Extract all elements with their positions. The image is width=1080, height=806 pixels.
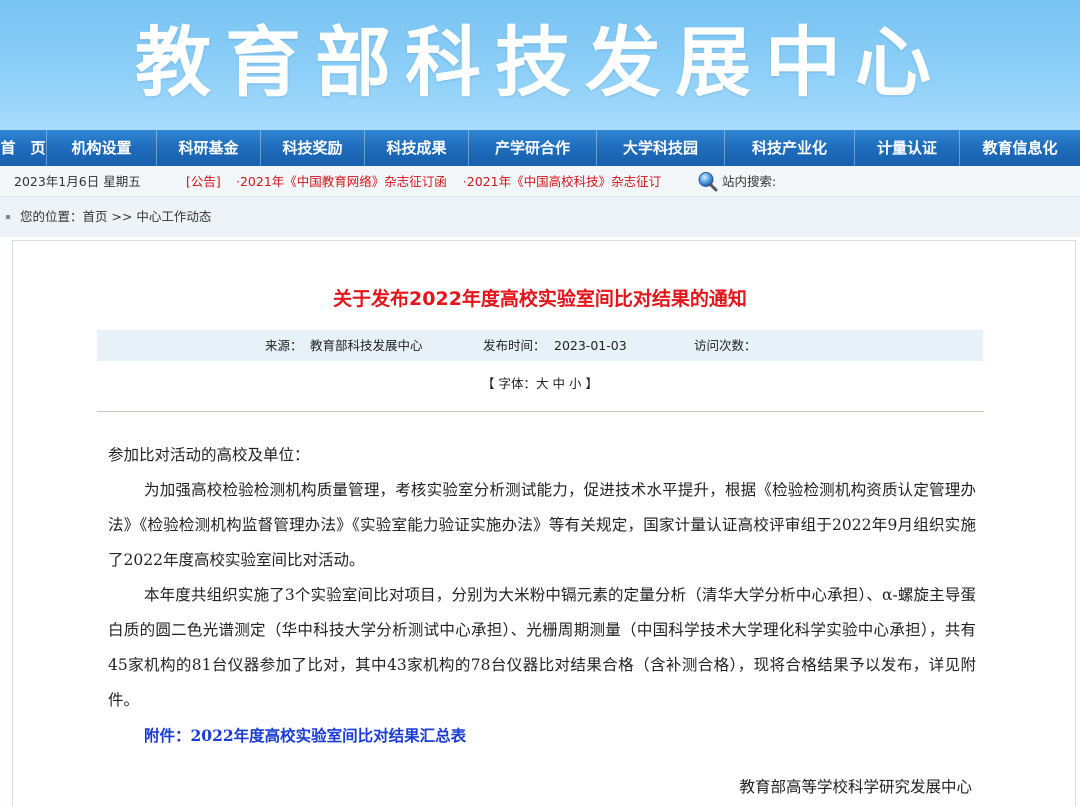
visit-count-label: 访问次数： (694, 338, 757, 353)
article-meta: 来源： 教育部科技发展中心 发布时间： 2023-01-03 访问次数： (97, 330, 983, 361)
site-title: 教育部科技发展中心 (135, 18, 945, 107)
nav-item-industry-research[interactable]: 产学研合作 (469, 130, 597, 166)
breadcrumb-text: 您的位置：首页 >> 中心工作动态 (20, 209, 212, 224)
nav-item-edu-informatization[interactable]: 教育信息化 (960, 130, 1080, 166)
nav-item-home[interactable]: 首 页 (0, 130, 47, 166)
font-size-control[interactable]: 【 字体：大 中 小 】 (0, 372, 1080, 396)
nav-item-sci-achievements[interactable]: 科技成果 (365, 130, 469, 166)
paragraph: 为加强高校检验检测机构质量管理，考核实验室分析测试能力，促进技术水平提升，根据《… (108, 481, 976, 569)
publish-date-label: 发布时间： (483, 338, 546, 353)
breadcrumb: 您的位置：首页 >> 中心工作动态 (0, 197, 1080, 237)
notice-label: [公告] (186, 174, 221, 189)
current-date: 2023年1月6日 星期五 (14, 174, 141, 189)
source-label: 来源： (265, 338, 303, 353)
publish-date-value: 2023-01-03 (554, 338, 627, 353)
nav-item-research-fund[interactable]: 科研基金 (157, 130, 261, 166)
nav-item-industrialization[interactable]: 科技产业化 (725, 130, 855, 166)
notice-link[interactable]: ·2021年《中国高校科技》杂志征订 (463, 174, 661, 189)
info-bar: 2023年1月6日 星期五 [公告] ·2021年《中国教育网络》杂志征订函 ·… (0, 166, 1080, 197)
source-value: 教育部科技发展中心 (310, 338, 423, 353)
nav-item-science-park[interactable]: 大学科技园 (597, 130, 725, 166)
bullet-icon (6, 215, 10, 219)
notice-link[interactable]: ·2021年《中国教育网络》杂志征订函 (236, 174, 447, 189)
nav-item-sci-awards[interactable]: 科技奖励 (261, 130, 365, 166)
search-icon[interactable] (697, 171, 718, 192)
divider (97, 411, 984, 412)
paragraph: 本年度共组织实施了3个实验室间比对项目，分别为大米粉中镉元素的定量分析（清华大学… (108, 586, 976, 709)
main-nav: 首 页 机构设置 科研基金 科技奖励 科技成果 产学研合作 大学科技园 科技产业… (0, 130, 1080, 166)
nav-item-organization[interactable]: 机构设置 (47, 130, 157, 166)
article-title: 关于发布2022年度高校实验室间比对结果的通知 (333, 288, 747, 310)
site-search-label: 站内搜索: (722, 174, 777, 189)
site-banner: 教育部科技发展中心 (0, 0, 1080, 130)
nav-item-metrology[interactable]: 计量认证 (855, 130, 960, 166)
notice-marquee: ·2021年《中国教育网络》杂志征订函 ·2021年《中国高校科技》杂志征订 (236, 166, 680, 197)
attachment-link[interactable]: 附件：2022年度高校实验室间比对结果汇总表 (108, 718, 976, 753)
article-body: 参加比对活动的高校及单位： 为加强高校检验检测机构质量管理，考核实验室分析测试能… (108, 438, 976, 753)
signature: 教育部高等学校科学研究发展中心 (739, 778, 972, 796)
greeting: 参加比对活动的高校及单位： (108, 446, 310, 464)
